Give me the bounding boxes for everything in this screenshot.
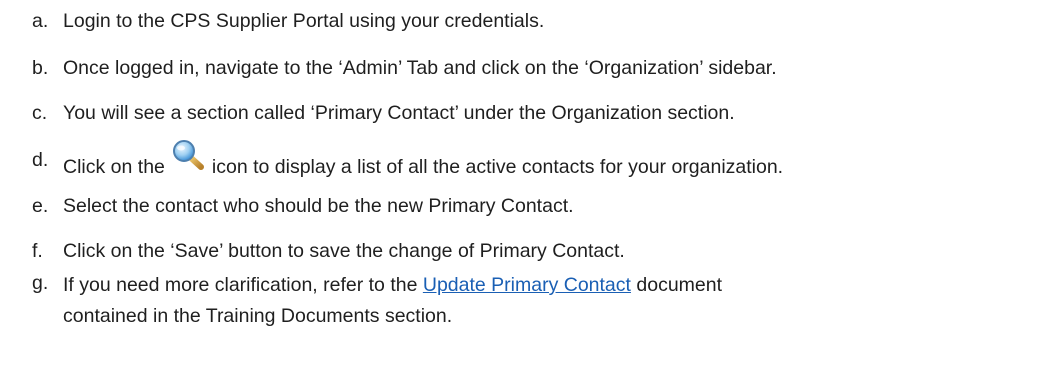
step-text: Select the contact who should be the new… <box>63 195 574 217</box>
step-text-before-link: If you need more clarification, refer to… <box>63 274 418 296</box>
step-text: You will see a section called ‘Primary C… <box>63 102 735 124</box>
step-text: Click on the ‘Save’ button to save the c… <box>63 240 625 262</box>
step-marker: g. <box>32 272 49 294</box>
step-text-before-icon: Click on the <box>63 156 165 178</box>
step-text-line2: contained in the Training Documents sect… <box>63 305 453 327</box>
step-marker: e. <box>32 195 49 217</box>
step-text-container: If you need more clarification, refer to… <box>63 270 722 332</box>
step-text-after-link: document <box>636 274 723 296</box>
step-text: Once logged in, navigate to the ‘Admin’ … <box>63 57 777 79</box>
step-marker: c. <box>32 102 48 124</box>
step-text-after-icon: icon to display a list of all the active… <box>211 156 784 178</box>
step-marker: d. <box>32 149 49 171</box>
step-text-container: Click on the icon to display a list of a… <box>63 140 784 180</box>
step-marker: b. <box>32 57 49 79</box>
step-text: Login to the CPS Supplier Portal using y… <box>63 10 545 32</box>
step-marker: f. <box>32 240 43 262</box>
update-primary-contact-link[interactable]: Update Primary Contact <box>423 274 631 296</box>
step-marker: a. <box>32 10 49 32</box>
magnifier-search-icon <box>168 139 208 171</box>
